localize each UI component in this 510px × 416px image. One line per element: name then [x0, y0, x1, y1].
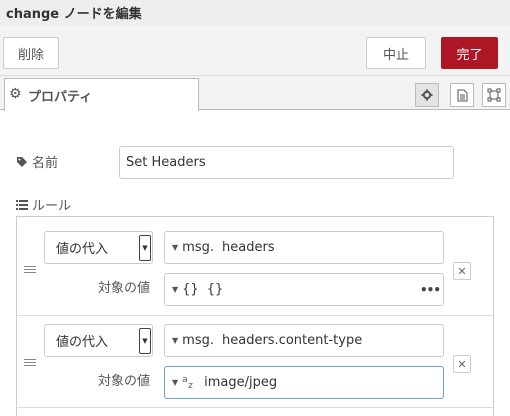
cancel-button[interactable]: 中止	[366, 37, 426, 69]
delete-button[interactable]: 削除	[3, 37, 59, 69]
dialog-action-bar	[0, 26, 510, 76]
rule-value-label: 対象の値	[98, 281, 151, 296]
caret-down-icon: ▼	[172, 378, 179, 387]
close-icon[interactable]: ✕	[453, 355, 471, 373]
rules-label-row: ルール	[16, 195, 71, 214]
rule-target-type-label: msg.	[182, 333, 214, 348]
rule-value-type[interactable]: ▼ {}	[165, 282, 205, 297]
rule-value-label: 対象の値	[98, 374, 151, 389]
dialog-title: change ノードを編集	[6, 7, 142, 22]
done-button[interactable]: 完了	[441, 37, 498, 69]
rule-target-type-label: msg.	[182, 240, 214, 255]
settings-tab-button[interactable]	[415, 83, 439, 107]
rule-target-type[interactable]: ▼ msg.	[165, 333, 220, 348]
rule-value-value: {}	[206, 282, 224, 297]
caret-down-icon: ▼	[172, 285, 179, 294]
drag-handle-icon[interactable]	[24, 357, 36, 368]
rule-value-field[interactable]: ▼ {} {} •••	[164, 273, 444, 306]
tab-properties-label: プロパティ	[28, 90, 93, 105]
name-input-value: Set Headers	[126, 155, 206, 170]
caret-down-icon: ▼	[172, 243, 179, 252]
rule-target-type[interactable]: ▼ msg.	[165, 240, 220, 255]
name-label: 名前	[32, 156, 59, 171]
rule-divider	[17, 407, 493, 408]
rule-action-value: 値の代入	[56, 335, 109, 350]
rule-value-field[interactable]: ▼ az image/jpeg	[164, 366, 444, 399]
description-tab-button[interactable]	[450, 83, 474, 107]
rule-action-select[interactable]: 値の代入	[44, 231, 153, 264]
chevron-down-icon[interactable]: ▼	[139, 235, 151, 261]
rule-target-value: headers	[221, 240, 275, 255]
az-icon: az	[182, 374, 193, 391]
rule-value-type[interactable]: ▼ az	[165, 374, 202, 391]
tag-icon	[17, 156, 27, 167]
rule-divider	[17, 315, 493, 316]
rule-value-value: image/jpeg	[204, 375, 278, 390]
rule-action-value: 値の代入	[56, 242, 109, 257]
close-icon[interactable]: ✕	[453, 262, 471, 280]
rule-target-value: headers.content-type	[221, 333, 363, 348]
name-label-row: 名前	[16, 152, 58, 171]
list-icon	[16, 200, 28, 210]
json-type-icon: {}	[182, 282, 199, 297]
rule-target-field[interactable]: ▼ msg. headers	[164, 231, 444, 264]
drag-handle-icon[interactable]	[24, 264, 36, 275]
name-input[interactable]: Set Headers	[119, 146, 454, 179]
gear-icon	[421, 89, 433, 101]
rules-label: ルール	[32, 199, 72, 214]
appearance-tab-button[interactable]	[482, 83, 506, 107]
rule-action-select[interactable]: 値の代入	[44, 324, 153, 357]
chevron-down-icon[interactable]: ▼	[139, 328, 151, 354]
caret-down-icon: ▼	[172, 336, 179, 345]
ellipsis-icon[interactable]: •••	[417, 274, 443, 305]
gear-icon: ⚙	[9, 86, 22, 102]
appearance-icon	[487, 88, 501, 102]
rule-target-field[interactable]: ▼ msg. headers.content-type	[164, 324, 444, 357]
document-icon	[457, 89, 467, 101]
